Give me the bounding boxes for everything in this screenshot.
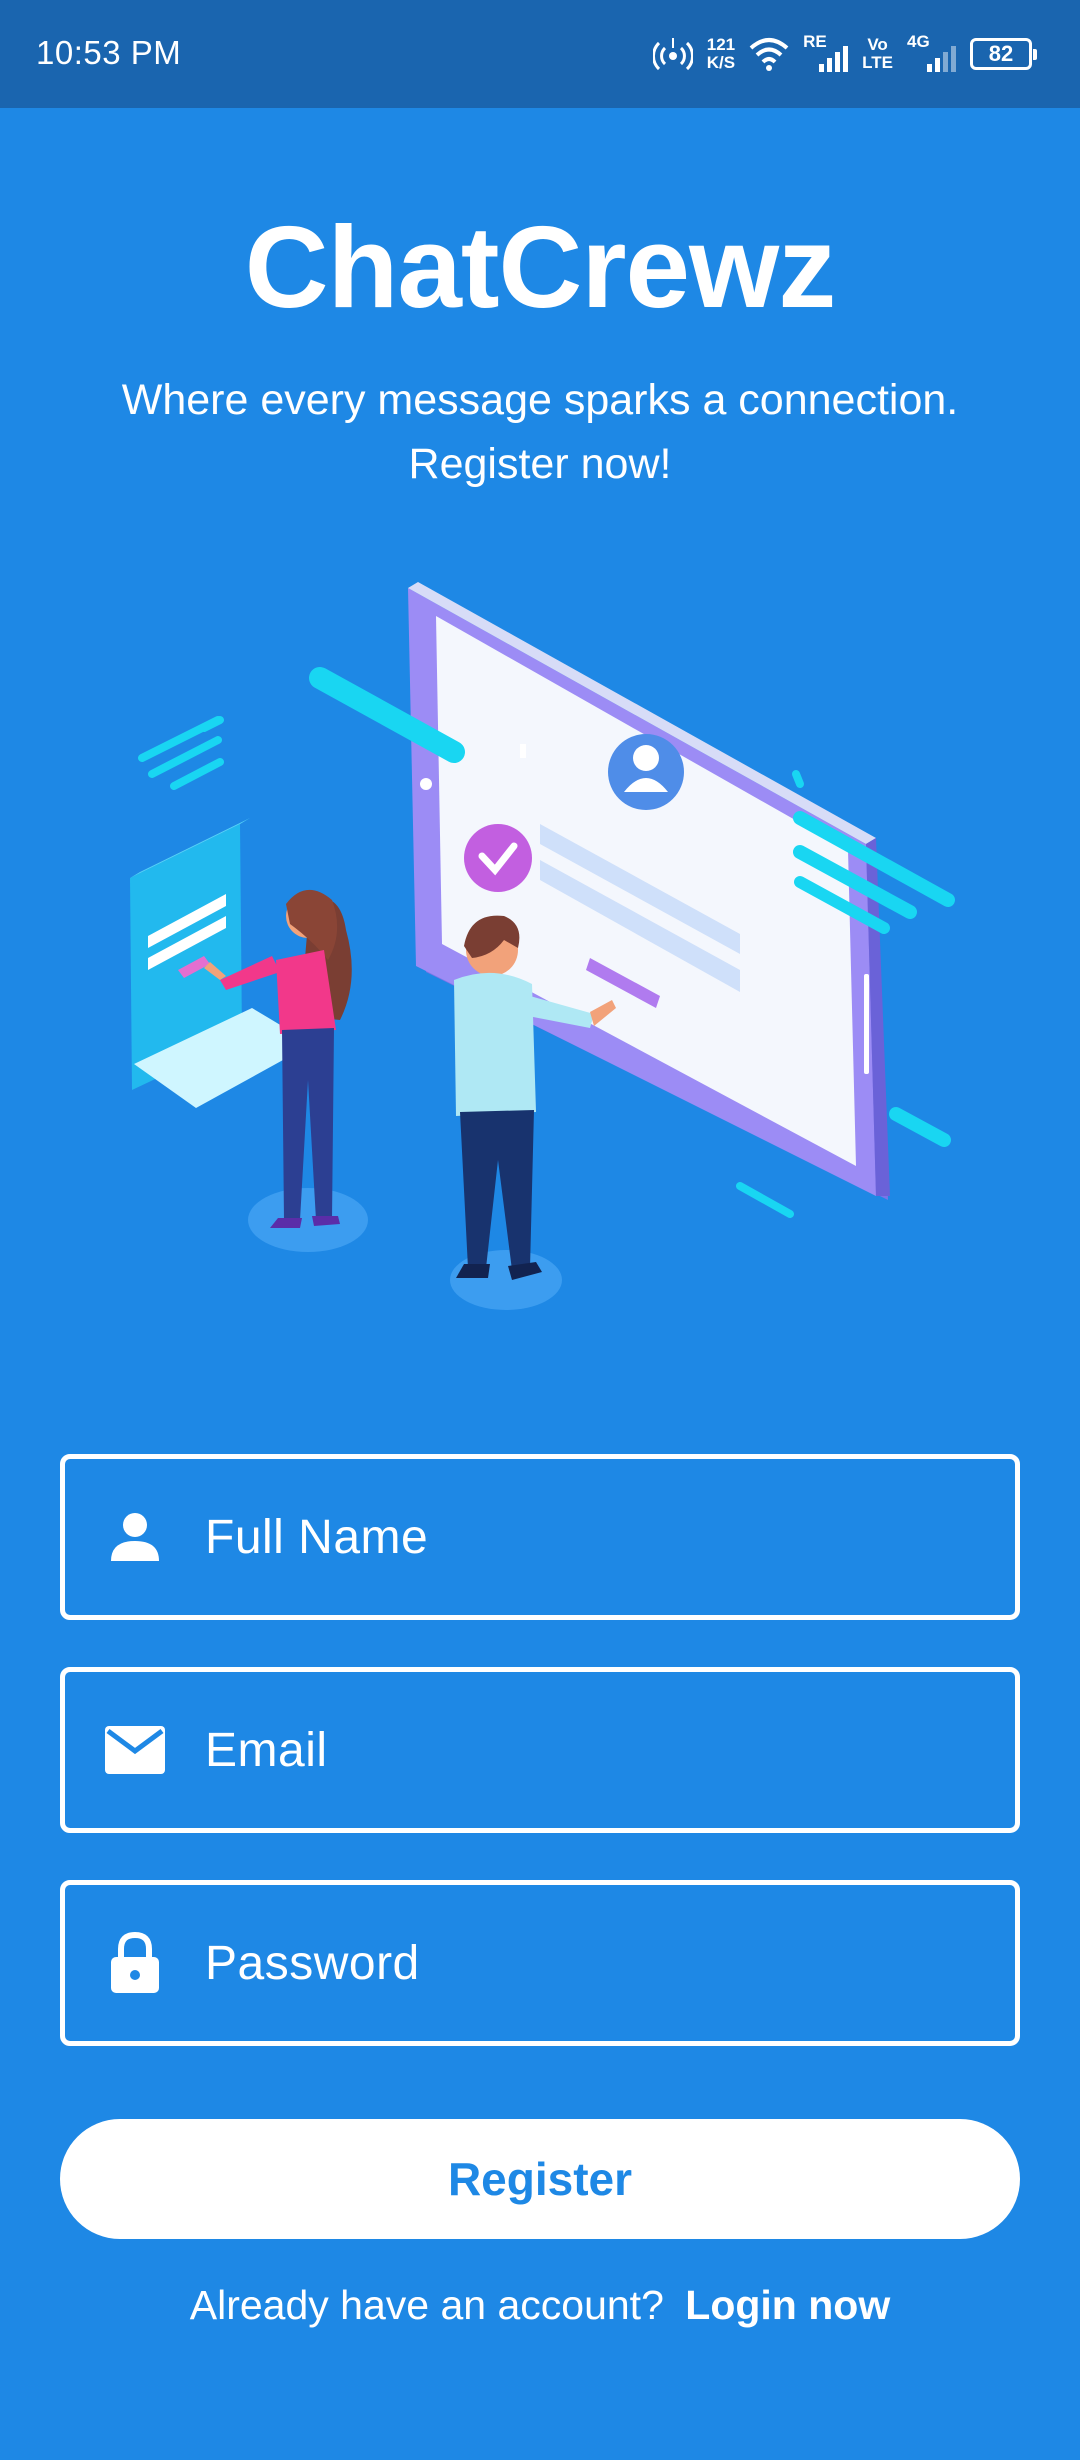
tagline-line-2: Register now! [408, 440, 672, 488]
network-type: 4G [907, 32, 930, 51]
full-name-input[interactable] [203, 1458, 1015, 1616]
tagline: Where every message sparks a connection.… [60, 368, 1020, 496]
status-icons: 121 K/S RE Vo LTE 4G 82 [652, 30, 1037, 78]
network-speed-unit: K/S [706, 53, 736, 72]
email-input[interactable] [203, 1671, 1015, 1829]
hotspot-icon [652, 38, 693, 71]
wifi-icon [749, 38, 789, 71]
status-time: 10:53 PM [36, 34, 182, 71]
full-name-field[interactable] [60, 1454, 1020, 1620]
registration-illustration [130, 582, 955, 1310]
email-field[interactable] [60, 1667, 1020, 1833]
mail-icon [103, 1718, 167, 1782]
volte-bottom: LTE [862, 53, 893, 72]
network-speed: 121 K/S [707, 36, 735, 72]
signal-strength-1: RE [803, 32, 849, 72]
signal-strength-2: 4G [907, 32, 956, 72]
login-now-link[interactable]: Login now [685, 2282, 890, 2328]
app-title: ChatCrewz [244, 202, 836, 332]
battery-icon: 82 [970, 38, 1037, 70]
volte-top: Vo [867, 35, 888, 54]
tagline-line-1: Where every message sparks a connection. [121, 376, 959, 424]
network-speed-value: 121 [706, 35, 736, 54]
register-button[interactable]: Register [60, 2119, 1020, 2239]
login-prompt-text: Already have an account? [189, 2282, 664, 2328]
person-icon [103, 1505, 167, 1569]
battery-level: 82 [988, 41, 1014, 66]
login-prompt: Already have an account? Login now [0, 2282, 1080, 2329]
password-field[interactable] [60, 1880, 1020, 2046]
password-input[interactable] [203, 1884, 1015, 2042]
volte-indicator: Vo LTE [862, 36, 893, 72]
carrier-label: RE [803, 32, 827, 51]
status-bar: 10:53 PM 121 K/S RE Vo LTE 4G 82 [0, 0, 1080, 108]
lock-icon [103, 1931, 167, 1995]
